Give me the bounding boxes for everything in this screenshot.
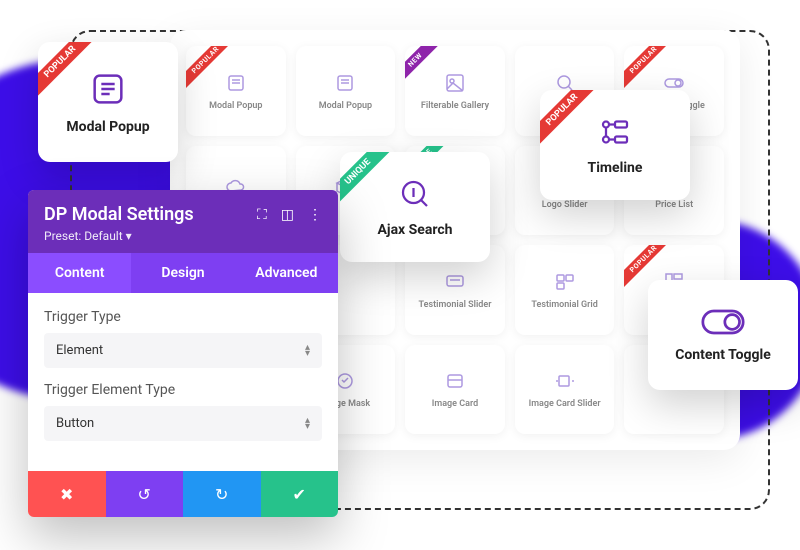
preset-selector[interactable]: Preset: Default ▾ [44, 229, 322, 243]
tab-advanced[interactable]: Advanced [235, 253, 338, 293]
grid-cell[interactable]: NEW Filterable Gallery [405, 46, 505, 136]
timeline-icon [595, 114, 635, 150]
modal-icon [333, 71, 357, 95]
testgrid-icon [553, 270, 577, 294]
testimonial-icon [443, 270, 467, 294]
float-timeline[interactable]: POPULAR Timeline [540, 90, 690, 200]
float-modal-popup[interactable]: POPULAR Modal Popup [38, 42, 178, 162]
float-label: Modal Popup [66, 119, 149, 135]
cell-label: Image Card [432, 399, 478, 409]
modal-icon [224, 71, 248, 95]
cell-label: Testimonial Slider [419, 300, 492, 310]
float-ajax-search[interactable]: UNIQUE Ajax Search [340, 152, 490, 262]
settings-panel: DP Modal Settings ⛶ ◫ ⋮ Preset: Default … [28, 190, 338, 517]
card-icon [443, 369, 467, 393]
unique-ribbon: UNIQUE [340, 152, 396, 210]
settings-tabs: Content Design Advanced [28, 253, 338, 293]
expand-icon[interactable]: ⛶ [257, 207, 267, 223]
cardslider-icon [553, 369, 577, 393]
close-button[interactable]: ✖ [28, 471, 106, 517]
trigger-type-select[interactable]: Element ▴▾ [44, 333, 322, 368]
float-label: Ajax Search [378, 222, 453, 238]
modal-icon [88, 69, 128, 109]
cell-label: Image Card Slider [529, 399, 601, 409]
tab-design[interactable]: Design [131, 253, 234, 293]
redo-button[interactable]: ↻ [183, 471, 261, 517]
cell-label: Modal Popup [319, 101, 372, 111]
search-icon [397, 176, 433, 212]
cell-label: Filterable Gallery [421, 101, 489, 111]
trigger-element-type-select[interactable]: Button ▴▾ [44, 406, 322, 441]
tab-content[interactable]: Content [28, 253, 131, 293]
settings-title: DP Modal Settings [44, 204, 194, 225]
popular-ribbon: POPULAR [540, 90, 603, 151]
float-content-toggle[interactable]: Content Toggle [648, 280, 798, 390]
trigger-type-label: Trigger Type [44, 309, 322, 325]
select-arrows-icon: ▴▾ [305, 418, 310, 430]
cell-label: Price List [655, 200, 693, 210]
float-label: Timeline [588, 160, 643, 176]
grid-cell[interactable]: Modal Popup [296, 46, 396, 136]
layout-icon[interactable]: ◫ [281, 207, 294, 223]
select-arrows-icon: ▴▾ [305, 345, 310, 357]
cell-label: Modal Popup [209, 101, 262, 111]
grid-cell[interactable]: Testimonial Grid [515, 245, 615, 335]
toggle-icon [701, 307, 745, 337]
save-button[interactable]: ✔ [261, 471, 339, 517]
grid-cell[interactable]: Image Card [405, 345, 505, 435]
undo-button[interactable]: ↺ [106, 471, 184, 517]
cell-label: Testimonial Grid [531, 300, 597, 310]
cell-label: Logo Slider [542, 200, 588, 210]
trigger-element-type-label: Trigger Element Type [44, 382, 322, 398]
ribbon: NEW [405, 46, 441, 86]
more-icon[interactable]: ⋮ [308, 207, 322, 223]
grid-cell[interactable]: Image Card Slider [515, 345, 615, 435]
gallery-icon [443, 71, 467, 95]
grid-cell[interactable]: POPULARModal Popup [186, 46, 286, 136]
float-label: Content Toggle [675, 347, 771, 363]
